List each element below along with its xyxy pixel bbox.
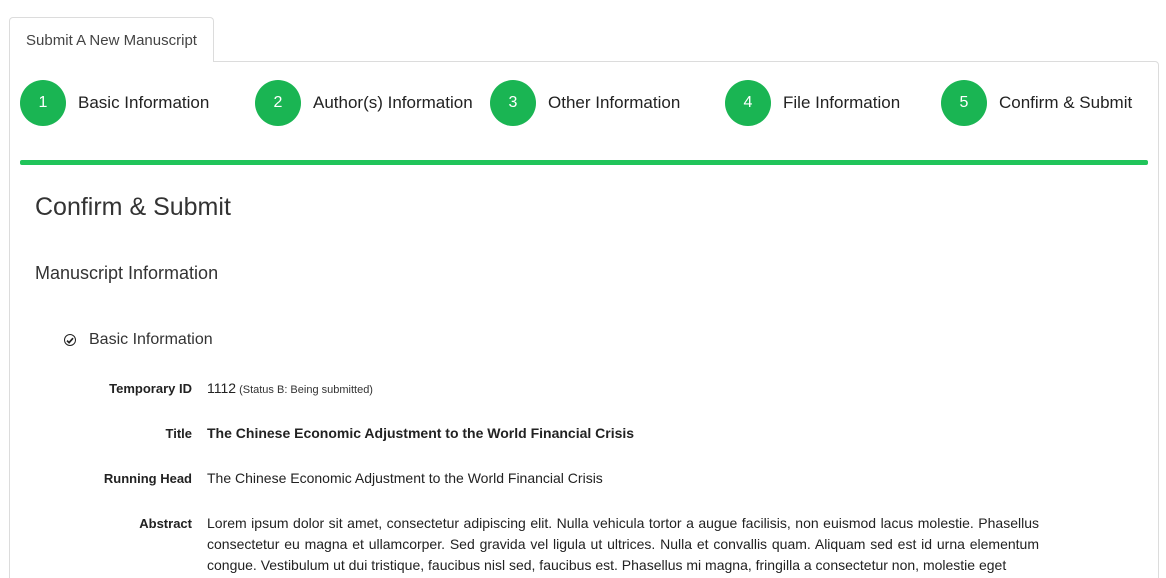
step-confirm-submit[interactable]: 5 Confirm & Submit <box>941 80 1132 126</box>
title-value: The Chinese Economic Adjustment to the W… <box>207 425 635 441</box>
step-number-circle: 3 <box>490 80 536 126</box>
section-title: Manuscript Information <box>35 263 219 283</box>
step-label: Basic Information <box>78 93 210 112</box>
field-label: Running Head <box>103 471 192 486</box>
abstract-value: Lorem ipsum dolor sit amet, consectetur … <box>207 515 1039 573</box>
page-title: Confirm & Submit <box>35 193 231 221</box>
wizard-steps: 1 Basic Information 2 Author(s) Informat… <box>0 80 1166 130</box>
field-label: Temporary ID <box>109 381 192 396</box>
step-number-circle: 5 <box>941 80 987 126</box>
step-label: File Information <box>783 93 901 112</box>
step-basic-information[interactable]: 1 Basic Information <box>20 80 209 126</box>
field-label: Abstract <box>139 516 192 531</box>
step-number-circle: 4 <box>725 80 771 126</box>
progress-bar <box>20 160 1148 165</box>
field-label: Title <box>165 426 193 441</box>
step-label: Other Information <box>548 93 681 112</box>
temporary-id-value: 1112 <box>207 380 237 396</box>
step-authors-information[interactable]: 2 Author(s) Information <box>255 80 473 126</box>
step-number-circle: 1 <box>20 80 66 126</box>
basic-information-section-toggle[interactable]: Basic Information <box>64 331 213 349</box>
check-circle-icon <box>64 334 76 346</box>
step-label: Author(s) Information <box>313 93 473 112</box>
tab-submit-new-manuscript[interactable]: Submit A New Manuscript <box>9 17 214 62</box>
step-file-information[interactable]: 4 File Information <box>725 80 900 126</box>
status-badge: (Status B: Being submitted) <box>239 384 373 396</box>
section-label: Basic Information <box>89 331 213 348</box>
field-value: 1112 (Status B: Being submitted) <box>207 380 373 396</box>
step-number-circle: 2 <box>255 80 301 126</box>
running-head-value: The Chinese Economic Adjustment to the W… <box>207 470 603 486</box>
form-panel <box>9 61 1159 578</box>
step-label: Confirm & Submit <box>999 93 1133 112</box>
step-other-information[interactable]: 3 Other Information <box>490 80 680 126</box>
